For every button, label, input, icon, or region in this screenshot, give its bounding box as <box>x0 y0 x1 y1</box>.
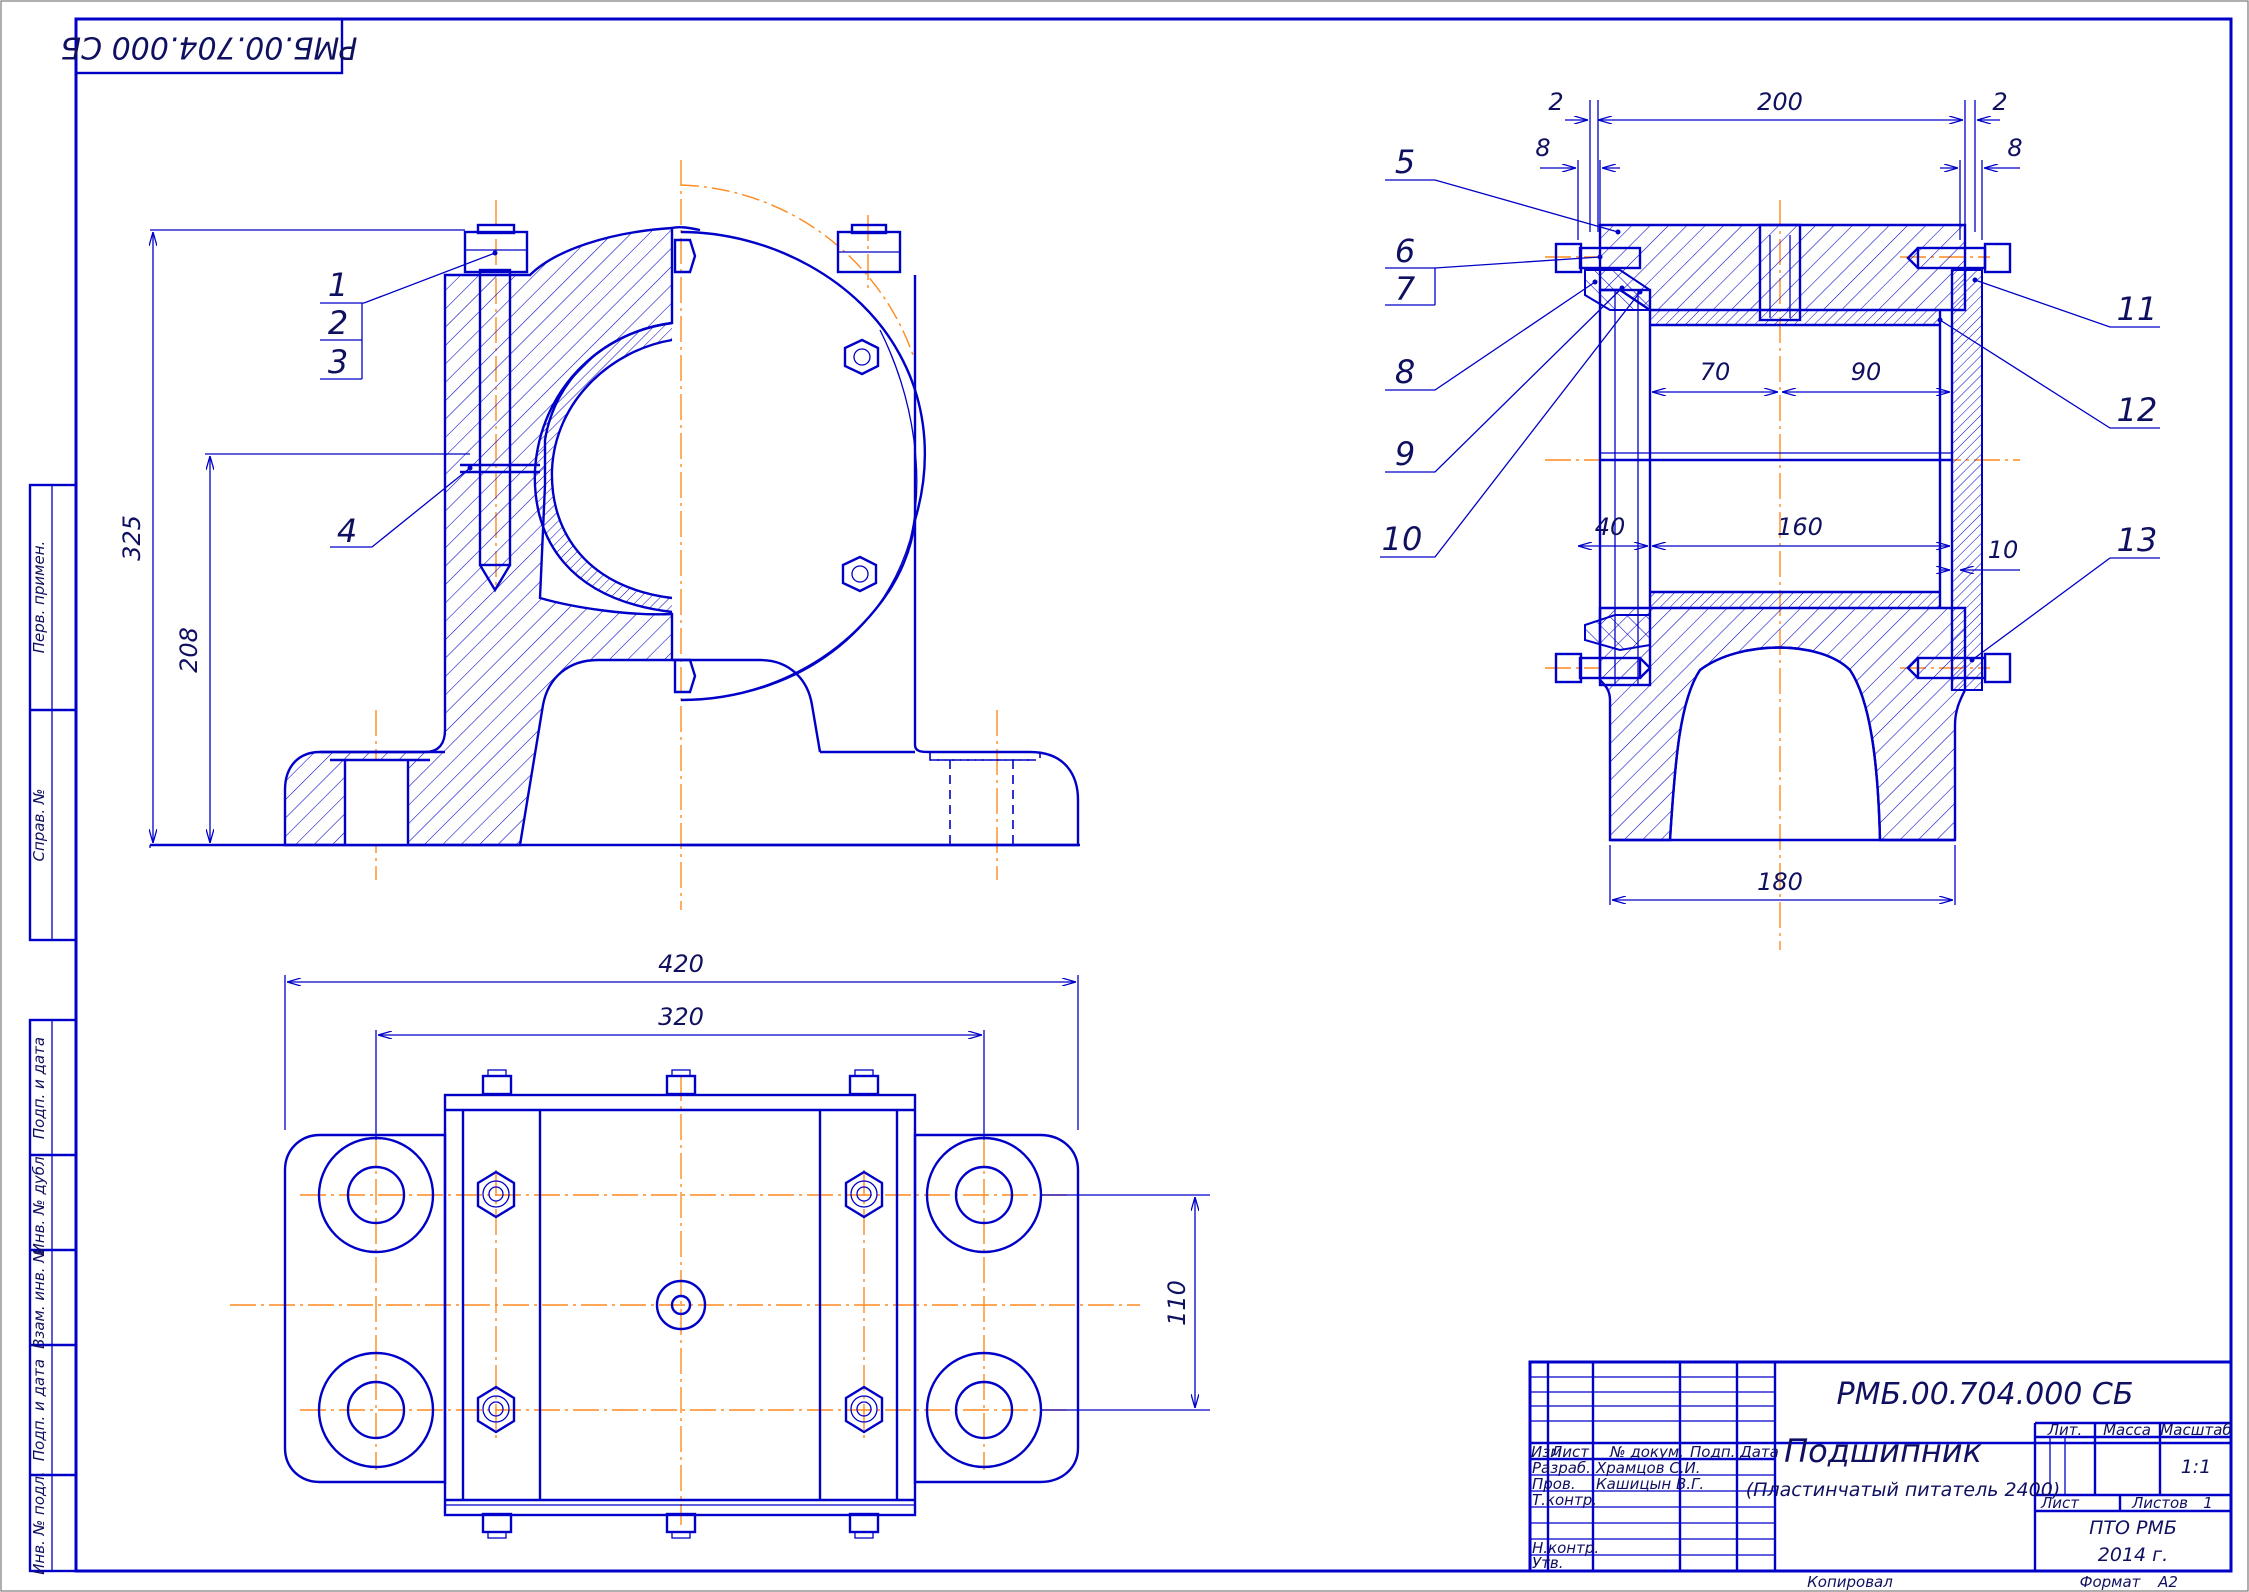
dim-90: 90 <box>1851 358 1882 386</box>
sheets-label: Листов <box>2131 1494 2188 1512</box>
pos-8: 8 <box>1395 353 1415 391</box>
year: 2014 г. <box>2098 1544 2168 1566</box>
dim-2-right: 2 <box>1992 88 2007 116</box>
dim-2-left: 2 <box>1548 88 1563 116</box>
dim-420: 420 <box>658 950 704 978</box>
front-view: 325 208 1 2 3 4 <box>118 160 1080 910</box>
dim-180: 180 <box>1757 868 1803 896</box>
org-name: ПТО РМБ <box>2089 1517 2177 1539</box>
sheets-value: 1 <box>2203 1494 2213 1512</box>
format-value: А2 <box>2157 1573 2178 1591</box>
sheet-label: Лист <box>2040 1494 2080 1512</box>
rotated-designation: РМБ.00.704.000 СБ <box>61 30 358 65</box>
side-strip: Перв. примен. Справ. № Подп. и дата Инв.… <box>28 483 78 1575</box>
pos-6: 6 <box>1395 232 1415 270</box>
strip-perv-primen: Перв. примен. <box>30 541 48 654</box>
dim-110: 110 <box>1163 1280 1191 1326</box>
pos-7: 7 <box>1395 270 1416 308</box>
dim-160: 160 <box>1777 513 1823 541</box>
strip-vzam-inv: Взам. инв. № <box>30 1247 48 1349</box>
dim-70: 70 <box>1700 358 1731 386</box>
pos-2: 2 <box>328 304 348 342</box>
dim-8-left: 8 <box>1535 134 1550 162</box>
copied-label: Копировал <box>1807 1573 1893 1591</box>
strip-sprav: Справ. № <box>30 789 48 862</box>
side-bolt-upper <box>843 338 880 376</box>
scale-value: 1:1 <box>2181 1456 2212 1478</box>
col-date: Дата <box>1739 1443 1779 1461</box>
title-block: РМБ.00.704.000 СБ Подшипник (Пластинчаты… <box>1528 1360 2233 1591</box>
dim-208: 208 <box>175 627 203 673</box>
scale-label: Масштаб <box>2160 1421 2231 1439</box>
side-bolt-lower <box>841 555 878 593</box>
pos-3: 3 <box>328 343 348 381</box>
pos-12: 12 <box>2117 391 2158 429</box>
strip-inv-dubl: Инв. № дубл. <box>30 1152 48 1255</box>
strip-inv-podl: Инв. № подл. <box>30 1471 48 1574</box>
dim-10: 10 <box>1988 536 2019 564</box>
pos-5: 5 <box>1395 143 1415 181</box>
designation: РМБ.00.704.000 СБ <box>1837 1377 2134 1412</box>
lit-label: Лит. <box>2047 1421 2083 1439</box>
side-section: 200 2 2 8 8 70 90 40 160 10 180 5 6 7 8 … <box>1380 88 2160 950</box>
dim-320: 320 <box>658 1003 704 1031</box>
dim-8-right: 8 <box>2007 134 2022 162</box>
top-view: 420 320 110 <box>230 950 1210 1539</box>
pos-9: 9 <box>1395 435 1415 473</box>
pos-11: 11 <box>2117 290 2158 328</box>
assembly-drawing: РМБ.00.704.000 СБ Перв. примен. Справ. №… <box>0 0 2249 1592</box>
row-tkontr: Т.контр. <box>1532 1491 1597 1509</box>
pos-13: 13 <box>2117 521 2158 559</box>
part-subname: (Пластинчатый питатель 2400) <box>1746 1479 2060 1501</box>
pos-1: 1 <box>328 266 348 304</box>
row-utv: Утв. <box>1532 1554 1564 1572</box>
pos-4: 4 <box>337 512 357 550</box>
part-name: Подшипник <box>1784 1432 1982 1470</box>
mass-label: Масса <box>2103 1421 2151 1439</box>
pos-10: 10 <box>1382 520 1423 558</box>
strip-podp-data-1: Подп. и дата <box>30 1037 48 1139</box>
strip-podp-data-2: Подп. и дата <box>30 1359 48 1461</box>
prov-name: Кашицын В.Г. <box>1596 1475 1704 1493</box>
dim-40: 40 <box>1595 513 1626 541</box>
format-label: Формат <box>2080 1573 2142 1591</box>
dim-325: 325 <box>118 515 146 561</box>
dim-200: 200 <box>1757 88 1803 116</box>
